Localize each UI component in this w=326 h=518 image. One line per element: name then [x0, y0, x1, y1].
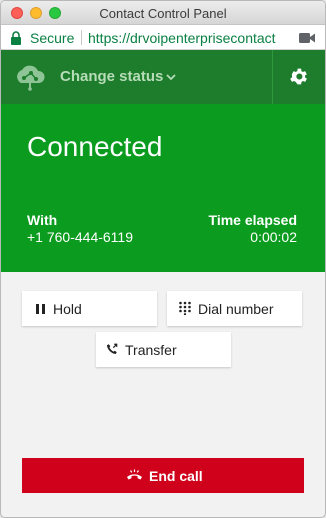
time-elapsed-label: Time elapsed [208, 212, 297, 228]
hold-button[interactable]: Hold [22, 291, 157, 326]
url-text[interactable]: https://drvoipenterprisecontact [88, 30, 295, 46]
change-status-dropdown[interactable]: Change status [60, 68, 163, 85]
hang-up-icon [127, 469, 142, 480]
phone-forward-icon [106, 343, 118, 355]
transfer-button[interactable]: Transfer [96, 332, 231, 367]
end-call-label: End call [149, 468, 203, 484]
pause-icon [36, 304, 45, 314]
video-camera-icon[interactable] [299, 32, 315, 44]
dial-number-label: Dial number [198, 301, 274, 317]
window-title: Contact Control Panel [99, 6, 227, 21]
with-label: With [27, 212, 58, 228]
hold-label: Hold [53, 301, 82, 317]
phone-number: +1 760-444-6119 [27, 229, 133, 245]
call-state: Connected [27, 131, 163, 162]
lock-icon [11, 31, 21, 45]
dial-number-button[interactable]: Dial number [167, 291, 302, 326]
transfer-label: Transfer [125, 342, 177, 358]
time-elapsed-value: 0:00:02 [250, 229, 297, 245]
address-bar[interactable]: Secure https://drvoipenterprisecontact [1, 25, 325, 50]
chevron-down-icon[interactable] [166, 74, 176, 81]
address-separator [81, 30, 82, 45]
call-status-panel: Connected With +1 760-444-6119 Time elap… [1, 104, 325, 272]
header-divider [272, 50, 273, 104]
cloud-network-icon [17, 65, 45, 91]
end-call-button[interactable]: End call [22, 458, 304, 493]
title-bar: Contact Control Panel [1, 1, 325, 25]
dialpad-icon [179, 301, 191, 315]
gear-icon[interactable] [288, 66, 309, 87]
header-bar: Change status [1, 50, 325, 104]
browser-window: Contact Control Panel Secure https://drv… [0, 0, 326, 518]
secure-label: Secure [30, 30, 75, 46]
